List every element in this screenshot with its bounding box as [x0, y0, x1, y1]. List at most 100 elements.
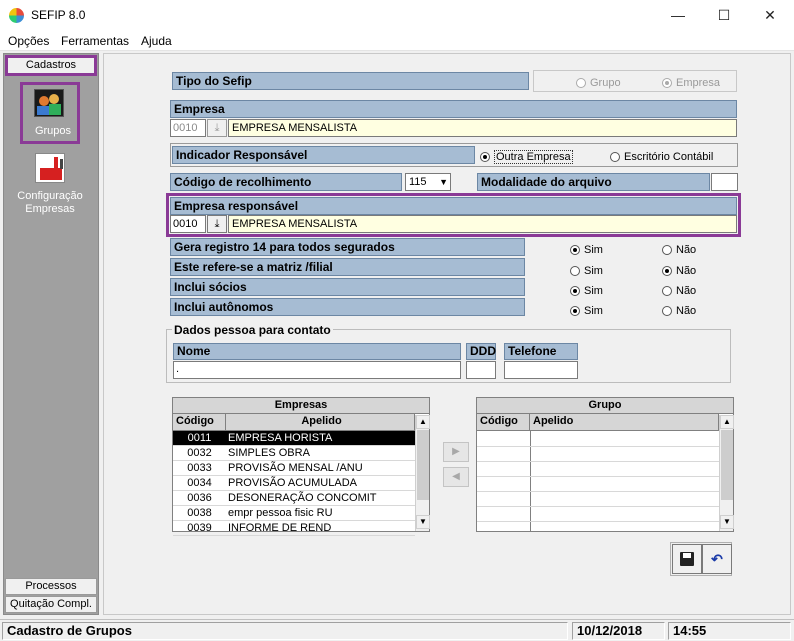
inclui-autonomos-label: Inclui autônomos — [170, 298, 525, 316]
telefone-field[interactable] — [504, 361, 578, 379]
table-row[interactable]: 0033 PROVISÃO MENSAL /ANU — [173, 461, 415, 476]
table-row[interactable]: 0011 EMPRESA HORISTA — [173, 431, 415, 446]
scroll-thumb[interactable] — [417, 430, 429, 500]
app-icon — [9, 8, 24, 23]
escritorio-contabil-radio[interactable]: Escritório Contábil — [610, 149, 713, 163]
table-row[interactable]: 0032 SIMPLES OBRA — [173, 446, 415, 461]
cell-codigo: 0036 — [187, 492, 212, 504]
codigo-recolhimento-select[interactable]: 115 ▼ — [405, 173, 451, 191]
inclui-socios-label: Inclui sócios — [170, 278, 525, 296]
sidebar-item-configuracao-label[interactable]: Configuração — [5, 190, 95, 202]
modalidade-field[interactable] — [711, 173, 738, 191]
factory-icon[interactable] — [35, 153, 65, 183]
ddd-label: DDD — [466, 343, 496, 360]
cell-codigo: 0039 — [187, 522, 212, 534]
cell-apelido: PROVISÃO MENSAL /ANU — [228, 462, 363, 474]
scroll-up-icon[interactable]: ▲ — [720, 415, 734, 429]
tipo-sefip-label: Tipo do Sefip — [172, 72, 529, 90]
contato-title: Dados pessoa para contato — [172, 323, 333, 337]
matriz-filial-label: Este refere-se a matriz /filial — [170, 258, 525, 276]
menu-opcoes[interactable]: Opções — [8, 34, 49, 48]
grupo-col-apelido[interactable]: Apelido — [530, 414, 719, 430]
remove-arrow-button[interactable]: ◀ — [443, 467, 469, 487]
empresa-download-icon[interactable]: ⤓ — [207, 119, 227, 137]
tipo-sefip-options: Grupo Empresa — [533, 70, 737, 92]
gera-registro-label: Gera registro 14 para todos segurados — [170, 238, 525, 256]
sidebar-quitacao-tab[interactable]: Quitação Compl. — [5, 596, 97, 613]
empresa-code-field[interactable]: 0010 — [170, 119, 206, 137]
nome-field[interactable]: . — [173, 361, 461, 379]
inclui-autonomos-sim-radio[interactable]: Sim — [570, 303, 603, 317]
ddd-field[interactable] — [466, 361, 496, 379]
scroll-down-icon[interactable]: ▼ — [720, 515, 734, 529]
table-row[interactable]: 0036 DESONERAÇÃO CONCOMIT — [173, 491, 415, 506]
outra-empresa-radio[interactable]: Outra Empresa — [480, 149, 573, 164]
add-arrow-button[interactable]: ▶ — [443, 442, 469, 462]
empresas-col-apelido[interactable]: Apelido — [226, 414, 415, 430]
sidebar-cadastros-tab[interactable]: Cadastros — [5, 55, 97, 76]
scroll-up-icon[interactable]: ▲ — [416, 415, 430, 429]
empresa-label: Empresa — [170, 100, 737, 118]
save-button[interactable] — [672, 544, 702, 574]
sidebar: Cadastros Grupos Configuração Empresas P… — [3, 53, 99, 615]
resp-download-icon[interactable]: ⤓ — [207, 215, 227, 233]
inclui-socios-sim-radio[interactable]: Sim — [570, 283, 603, 297]
status-title: Cadastro de Grupos — [2, 622, 568, 640]
matriz-filial-nao-radio[interactable]: Não — [662, 263, 696, 277]
telefone-label: Telefone — [504, 343, 578, 360]
cell-apelido: DESONERAÇÃO CONCOMIT — [228, 492, 377, 504]
cell-codigo: 0038 — [187, 507, 212, 519]
grupo-grid-title: Grupo — [477, 398, 733, 414]
sidebar-item-grupos[interactable]: Grupos — [20, 82, 80, 144]
title-bar: SEFIP 8.0 — ☐ ✕ — [0, 0, 794, 31]
cell-codigo: 0033 — [187, 462, 212, 474]
status-bar: Cadastro de Grupos 10/12/2018 14:55 — [0, 619, 794, 641]
tipo-grupo-radio[interactable]: Grupo — [576, 75, 621, 89]
menu-ferramentas[interactable]: Ferramentas — [61, 34, 129, 48]
window-title: SEFIP 8.0 — [31, 8, 86, 22]
empresas-grid-title: Empresas — [173, 398, 429, 414]
status-time: 14:55 — [668, 622, 791, 640]
menu-bar: Opções Ferramentas Ajuda — [0, 31, 794, 51]
cell-apelido: EMPRESA HORISTA — [228, 432, 333, 444]
table-row[interactable]: 0039 INFORME DE REND — [173, 521, 415, 536]
cell-apelido: INFORME DE REND — [228, 522, 332, 534]
empresas-grid: Empresas Código Apelido 0011 EMPRESA HORI… — [172, 397, 430, 536]
inclui-socios-nao-radio[interactable]: Não — [662, 283, 696, 297]
sidebar-item-empresas-label[interactable]: Empresas — [5, 203, 95, 215]
status-date: 10/12/2018 — [572, 622, 665, 640]
cell-apelido: PROVISÃO ACUMULADA — [228, 477, 357, 489]
gera-registro-nao-radio[interactable]: Não — [662, 242, 696, 256]
minimize-button[interactable]: — — [655, 0, 701, 31]
empresas-rows: 0011 EMPRESA HORISTA 0032 SIMPLES OBRA 0033 P… — [173, 431, 415, 536]
sidebar-processos-tab[interactable]: Processos — [5, 578, 97, 595]
codigo-recolhimento-label: Código de recolhimento — [170, 173, 402, 191]
nome-label: Nome — [173, 343, 461, 360]
table-row[interactable]: 0034 PROVISÃO ACUMULADA — [173, 476, 415, 491]
modalidade-label: Modalidade do arquivo — [477, 173, 710, 191]
empresa-responsavel-label: Empresa responsável — [170, 197, 737, 215]
chevron-down-icon: ▼ — [439, 177, 448, 187]
gera-registro-sim-radio[interactable]: Sim — [570, 242, 603, 256]
empresa-name-field[interactable]: EMPRESA MENSALISTA — [228, 119, 737, 137]
close-button[interactable]: ✕ — [747, 0, 793, 31]
scroll-down-icon[interactable]: ▼ — [416, 515, 430, 529]
users-icon — [34, 89, 64, 117]
tipo-empresa-radio[interactable]: Empresa — [662, 75, 720, 89]
sidebar-item-grupos-label: Grupos — [34, 125, 72, 137]
cell-codigo: 0032 — [187, 447, 212, 459]
cell-apelido: empr pessoa fisic RU — [228, 507, 333, 519]
table-row[interactable]: 0038 empr pessoa fisic RU — [173, 506, 415, 521]
resp-code-field[interactable]: 0010 — [170, 215, 206, 233]
empresas-col-codigo[interactable]: Código — [173, 414, 226, 430]
inclui-autonomos-nao-radio[interactable]: Não — [662, 303, 696, 317]
matriz-filial-sim-radio[interactable]: Sim — [570, 263, 603, 277]
scroll-thumb[interactable] — [721, 430, 733, 500]
undo-button[interactable]: ↶ — [702, 544, 732, 574]
grupo-scrollbar[interactable]: ▲ ▼ — [719, 415, 734, 531]
menu-ajuda[interactable]: Ajuda — [141, 34, 172, 48]
maximize-button[interactable]: ☐ — [701, 0, 747, 31]
grupo-col-codigo[interactable]: Código — [477, 414, 530, 430]
resp-name-field[interactable]: EMPRESA MENSALISTA — [228, 215, 737, 233]
empresas-scrollbar[interactable]: ▲ ▼ — [415, 415, 430, 531]
